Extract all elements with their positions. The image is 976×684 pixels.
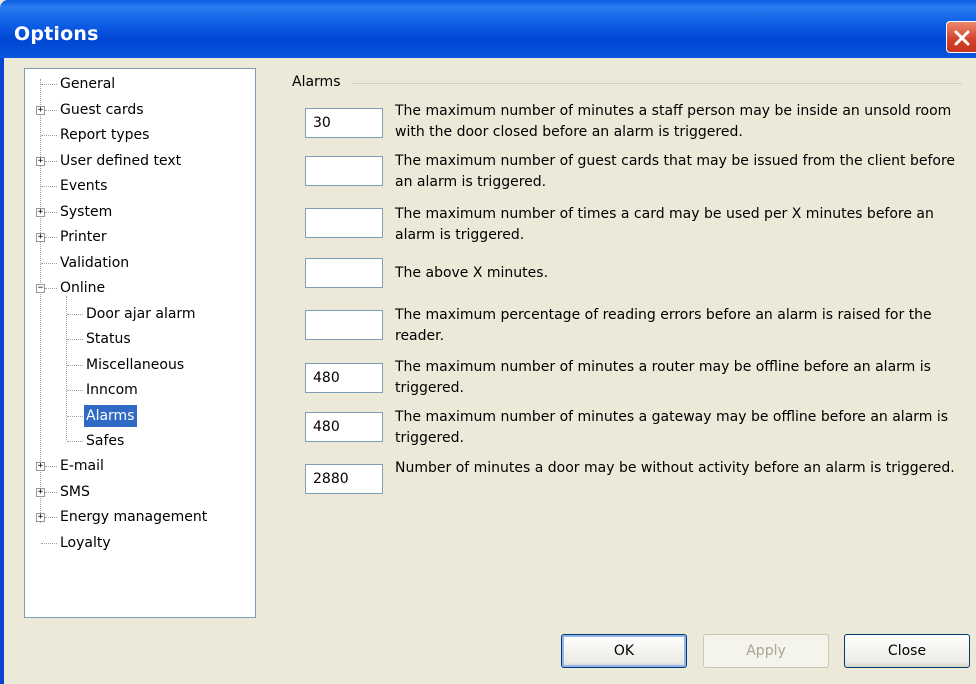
- tree-item-miscellaneous[interactable]: Miscellaneous: [84, 354, 186, 376]
- tree-item-label: Safes: [86, 433, 125, 449]
- tree-connector: [45, 466, 57, 467]
- tree-connector: [40, 79, 41, 523]
- expand-plus-icon[interactable]: +: [36, 462, 45, 471]
- gateway-offline-label: The maximum number of minutes a gateway …: [395, 409, 949, 446]
- tree-item-label: Loyalty: [60, 535, 111, 551]
- tree-item-e-mail[interactable]: E-mail: [58, 455, 106, 477]
- collapse-minus-icon[interactable]: −: [36, 284, 45, 293]
- tree-connector: [67, 339, 83, 340]
- alarms-group-label: Alarms: [292, 74, 347, 90]
- guest-cards-issued-label: The maximum number of guest cards that m…: [395, 153, 956, 190]
- tree-item-label: Report types: [60, 127, 150, 143]
- tree-connector: [45, 288, 57, 289]
- tree-item-label: Events: [60, 178, 108, 194]
- tree-connector: [41, 263, 57, 264]
- tree-item-label: Status: [86, 331, 131, 347]
- x-minutes-input[interactable]: [305, 258, 383, 288]
- tree-item-label: Energy management: [60, 509, 208, 525]
- expand-plus-icon[interactable]: +: [36, 513, 45, 522]
- tree-item-label: System: [60, 204, 113, 220]
- tree-connector: [41, 135, 57, 136]
- tree-item-label: SMS: [60, 484, 90, 500]
- tree-item-label: E-mail: [60, 458, 104, 474]
- window-close-button[interactable]: [946, 21, 976, 53]
- tree-connector: [45, 110, 57, 111]
- window-title: Options: [14, 23, 99, 45]
- expand-plus-icon[interactable]: +: [36, 157, 45, 166]
- options-dialog: Options + + + + − + + + General Guest ca…: [0, 0, 976, 684]
- tree-item-system[interactable]: System: [58, 201, 114, 223]
- tree-item-label: Guest cards: [60, 102, 144, 118]
- tree-connector: [45, 161, 57, 162]
- tree-item-events[interactable]: Events: [58, 175, 109, 197]
- ok-button[interactable]: OK: [561, 634, 687, 668]
- card-uses-input[interactable]: [305, 208, 383, 238]
- tree-item-printer[interactable]: Printer: [58, 226, 109, 248]
- tree-item-guest-cards[interactable]: Guest cards: [58, 99, 146, 121]
- expand-plus-icon[interactable]: +: [36, 208, 45, 217]
- expand-plus-icon[interactable]: +: [36, 106, 45, 115]
- tree-item-loyalty[interactable]: Loyalty: [58, 532, 113, 554]
- apply-button[interactable]: Apply: [703, 634, 829, 668]
- gateway-offline-input[interactable]: [305, 412, 383, 442]
- tree-connector: [67, 314, 83, 315]
- tree-connector: [45, 212, 57, 213]
- tree-item-safes[interactable]: Safes: [84, 430, 126, 452]
- tree-connector: [66, 296, 67, 440]
- tree-item-status[interactable]: Status: [84, 328, 133, 350]
- expand-plus-icon[interactable]: +: [36, 233, 45, 242]
- tree-item-report-types[interactable]: Report types: [58, 124, 151, 146]
- tree-item-online[interactable]: Online: [58, 277, 107, 299]
- tree-item-validation[interactable]: Validation: [58, 252, 131, 274]
- tree-item-label: User defined text: [60, 153, 182, 169]
- group-separator: [352, 83, 962, 84]
- tree-connector: [41, 84, 57, 85]
- tree-connector: [67, 441, 83, 442]
- tree-item-label: General: [60, 76, 116, 92]
- title-bar[interactable]: Options: [0, 0, 976, 58]
- tree-item-door-ajar-alarm[interactable]: Door ajar alarm: [84, 303, 198, 325]
- tree-item-label: Inncom: [86, 382, 138, 398]
- tree-item-alarms[interactable]: Alarms: [84, 405, 137, 427]
- window-border: [0, 58, 4, 684]
- tree-item-label: Printer: [60, 229, 107, 245]
- card-uses-label: The maximum number of times a card may b…: [395, 206, 934, 243]
- tree-connector: [67, 365, 83, 366]
- close-button[interactable]: Close: [844, 634, 970, 668]
- tree-connector: [67, 390, 83, 391]
- tree-connector: [45, 517, 57, 518]
- staff-inside-minutes-input[interactable]: [305, 108, 383, 138]
- close-icon: [954, 30, 970, 46]
- tree-item-label: Miscellaneous: [86, 357, 185, 373]
- tree-connector: [45, 237, 57, 238]
- tree-connector: [67, 416, 83, 417]
- door-inactivity-input[interactable]: [305, 464, 383, 494]
- door-inactivity-label: Number of minutes a door may be without …: [395, 460, 955, 476]
- tree-item-label: Validation: [60, 255, 130, 271]
- tree-item-user-defined-text[interactable]: User defined text: [58, 150, 183, 172]
- router-offline-label: The maximum number of minutes a router m…: [395, 359, 931, 396]
- guest-cards-issued-input[interactable]: [305, 156, 383, 186]
- tree-item-general[interactable]: General: [58, 73, 117, 95]
- x-minutes-label: The above X minutes.: [395, 265, 549, 281]
- router-offline-input[interactable]: [305, 363, 383, 393]
- reading-errors-input[interactable]: [305, 310, 383, 340]
- expand-plus-icon[interactable]: +: [36, 488, 45, 497]
- options-tree[interactable]: + + + + − + + + General Guest cards Repo…: [24, 68, 256, 618]
- tree-item-inncom[interactable]: Inncom: [84, 379, 140, 401]
- reading-errors-label: The maximum percentage of reading errors…: [395, 307, 932, 344]
- tree-connector: [41, 186, 57, 187]
- staff-inside-minutes-label: The maximum number of minutes a staff pe…: [395, 103, 952, 140]
- tree-connector: [45, 492, 57, 493]
- tree-item-label: Alarms: [84, 405, 137, 427]
- tree-item-sms[interactable]: SMS: [58, 481, 92, 503]
- tree-item-label: Door ajar alarm: [86, 306, 196, 322]
- tree-connector: [41, 543, 57, 544]
- tree-item-label: Online: [60, 280, 106, 296]
- tree-item-energy-management[interactable]: Energy management: [58, 506, 209, 528]
